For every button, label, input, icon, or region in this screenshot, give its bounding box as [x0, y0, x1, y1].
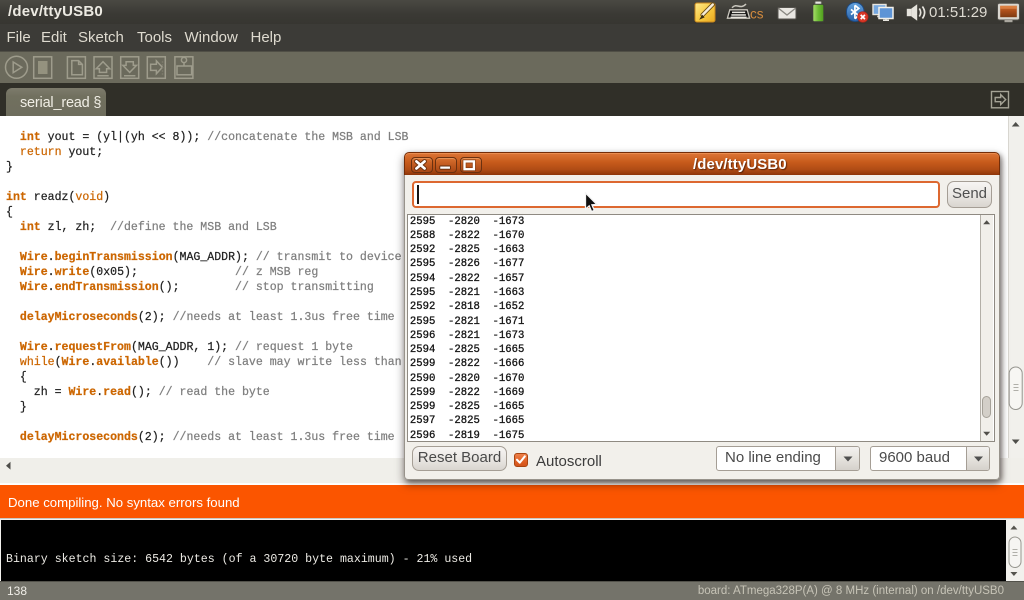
svg-text:cs: cs [750, 7, 764, 22]
